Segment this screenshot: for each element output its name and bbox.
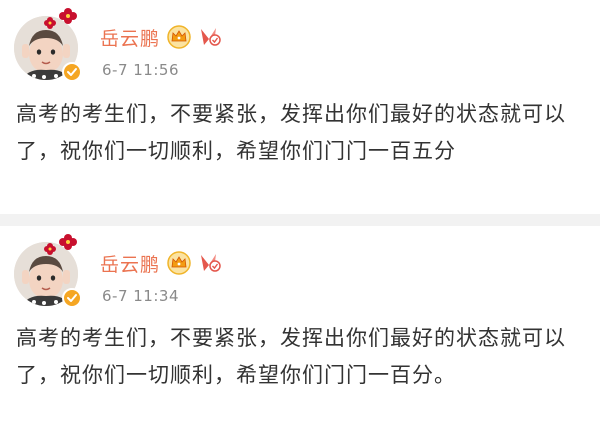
flower-icon [44,8,77,29]
weibo-post: 岳云鹏 6-7 11:34 高考的考生们，不要紧张，发挥出你们最好的状态就可以了… [0,226,600,437]
name-row: 岳云鹏 [100,249,226,277]
avatar[interactable] [14,8,82,82]
avatar[interactable] [14,234,82,308]
crown-vip-icon[interactable] [166,25,192,49]
weibo-post: 岳云鹏 6-7 11:56 高考的考生们，不要紧张，发挥出你们最好的状态就可以了… [0,0,600,214]
weibo-feed: 岳云鹏 6-7 11:56 高考的考生们，不要紧张，发挥出你们最好的状态就可以了… [0,0,600,437]
verified-badge-icon [62,288,82,308]
post-content: 高考的考生们，不要紧张，发挥出你们最好的状态就可以了，祝你们一切顺利，希望你们门… [16,102,566,163]
name-row: 岳云鹏 [100,23,226,51]
fan-medal-icon[interactable] [196,25,222,49]
crown-vip-icon[interactable] [166,251,192,275]
username-link[interactable]: 岳云鹏 [100,250,160,277]
post-content: 高考的考生们，不要紧张，发挥出你们最好的状态就可以了，祝你们一切顺利，希望你们门… [16,326,566,387]
fan-medal-icon[interactable] [196,251,222,275]
username-link[interactable]: 岳云鹏 [100,24,160,51]
post-separator [0,214,600,226]
post-timestamp[interactable]: 6-7 11:34 [102,287,179,305]
flower-icon [44,234,77,255]
post-timestamp[interactable]: 6-7 11:56 [102,61,179,79]
verified-badge-icon [62,62,82,82]
